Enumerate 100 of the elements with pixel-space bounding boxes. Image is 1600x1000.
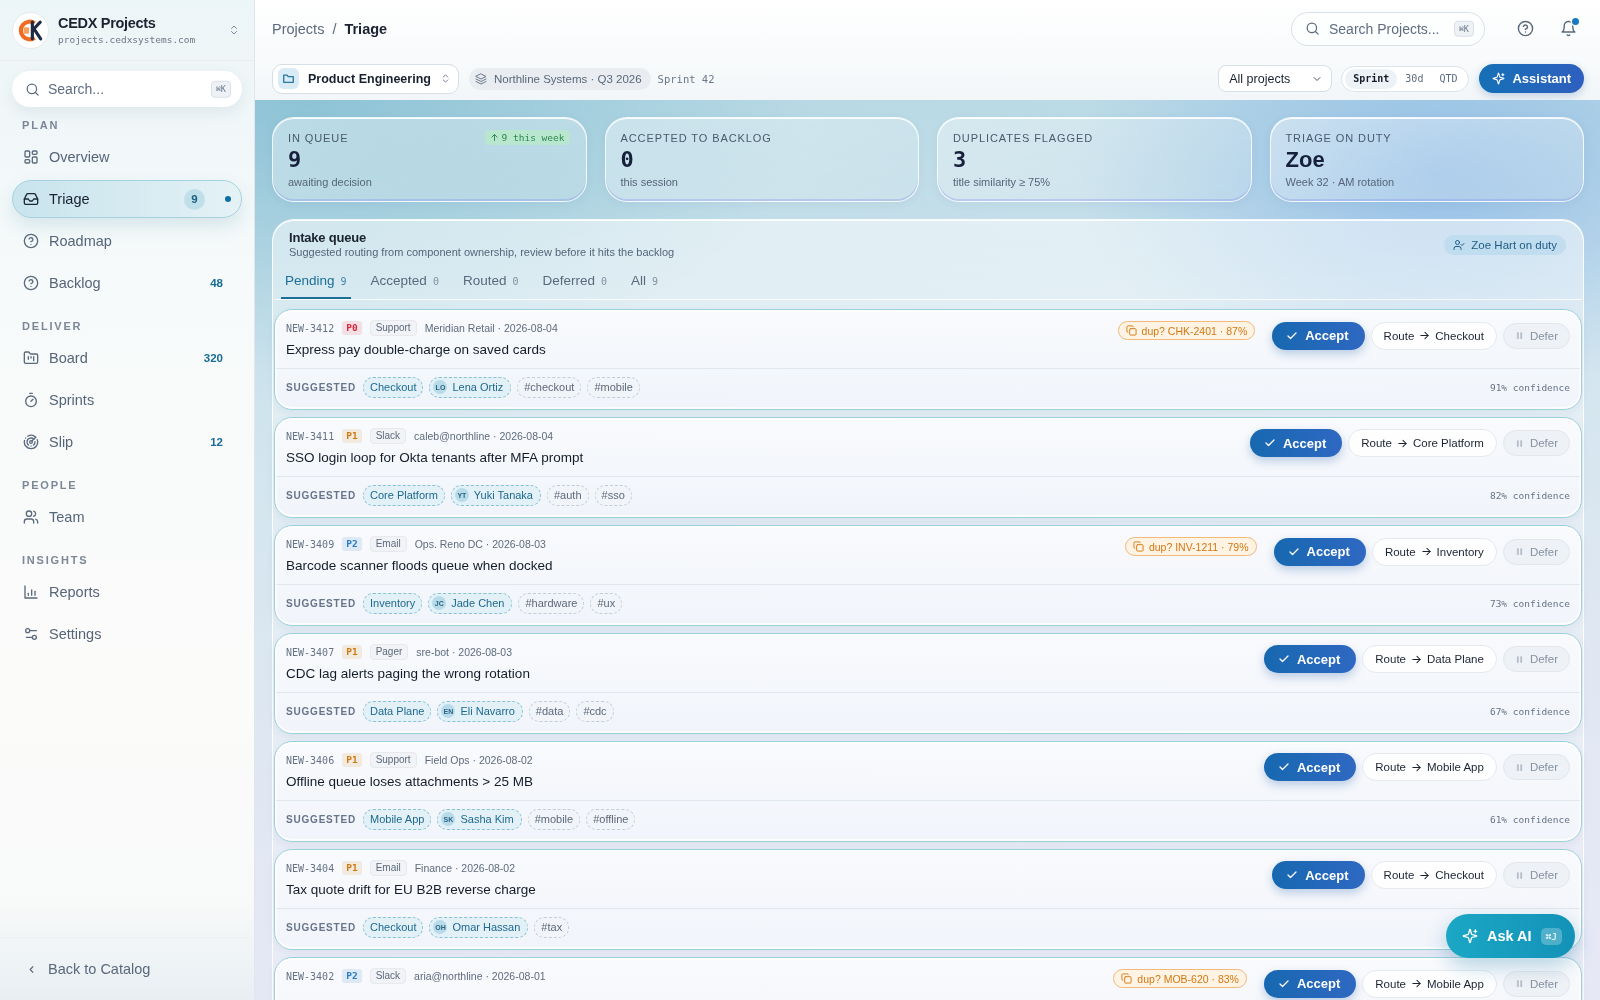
- hashtag-chip: #auth: [547, 484, 589, 506]
- arrow-right-icon: [1396, 437, 1408, 449]
- defer-button[interactable]: Defer: [1502, 430, 1570, 456]
- accept-button[interactable]: Accept: [1272, 861, 1365, 889]
- logo-icon: [12, 11, 49, 49]
- route-button[interactable]: Route Mobile App: [1362, 969, 1497, 998]
- nav-item[interactable]: Triage 9: [12, 180, 242, 218]
- component-tag: Checkout: [363, 376, 424, 398]
- item-count: 48: [210, 277, 223, 289]
- nav-item[interactable]: Reports: [12, 573, 242, 611]
- trend-text: 9 this week: [501, 132, 565, 143]
- breadcrumb-separator: /: [332, 20, 337, 37]
- pause-icon: [1514, 547, 1524, 556]
- defer-button[interactable]: Defer: [1502, 538, 1570, 565]
- arrow-right-icon: [1419, 869, 1431, 881]
- help-icon[interactable]: [1517, 20, 1534, 37]
- stat-label: ACCEPTED TO BACKLOG: [620, 131, 772, 144]
- suggested-label: SUGGESTED: [286, 813, 356, 825]
- tab[interactable]: Pending 9: [281, 269, 351, 299]
- nav-item[interactable]: Slip 12: [12, 423, 242, 461]
- nav-item[interactable]: Overview: [12, 138, 242, 176]
- accept-button[interactable]: Accept: [1263, 753, 1357, 781]
- defer-button[interactable]: Defer: [1502, 862, 1570, 888]
- accept-button[interactable]: Accept: [1272, 321, 1365, 350]
- section-label: PLAN: [21, 119, 61, 132]
- tab-count: 9: [340, 275, 347, 289]
- nav-item[interactable]: Settings: [12, 615, 242, 653]
- help-circle-icon: [23, 275, 39, 291]
- stat-caption: awaiting decision: [288, 176, 373, 189]
- defer-button[interactable]: Defer: [1502, 970, 1570, 997]
- tab[interactable]: Accepted 0: [366, 269, 443, 299]
- confidence-score: 73% confidence: [1489, 597, 1570, 609]
- breadcrumb-link[interactable]: Projects: [272, 20, 325, 37]
- duplicate-warning[interactable]: dup? CHK-2401 · 87%: [1117, 321, 1256, 340]
- route-button[interactable]: Route Checkout: [1370, 861, 1497, 889]
- hashtag-chip: #mobile: [587, 376, 640, 398]
- stat-label: DUPLICATES FLAGGED: [953, 131, 1094, 144]
- accept-button[interactable]: Accept: [1273, 537, 1366, 566]
- defer-button[interactable]: Defer: [1502, 646, 1570, 672]
- search-icon: [1305, 21, 1320, 36]
- ticket-id: NEW-3412: [286, 322, 335, 334]
- range-option[interactable]: 30d: [1397, 68, 1432, 89]
- ask-ai-button[interactable]: Ask AI ⌘J: [1445, 914, 1575, 958]
- chevron-up-down-icon[interactable]: [228, 24, 240, 36]
- project-select[interactable]: All projects: [1218, 65, 1333, 92]
- copy-icon: [1125, 325, 1137, 336]
- nav-item[interactable]: Board 320: [12, 339, 242, 377]
- route-button[interactable]: Route Checkout: [1370, 321, 1497, 350]
- route-button[interactable]: Route Core Platform: [1348, 429, 1497, 457]
- source-tag: Pager: [369, 644, 409, 660]
- hashtag-chip: #data: [528, 700, 571, 722]
- defer-button[interactable]: Defer: [1502, 322, 1570, 349]
- route-button[interactable]: Route Data Plane: [1362, 645, 1497, 673]
- duplicate-warning[interactable]: dup? MOB-620 · 83%: [1113, 969, 1247, 988]
- confidence-score: 61% confidence: [1489, 813, 1570, 825]
- pause-icon: [1514, 438, 1524, 448]
- tab[interactable]: Routed 0: [458, 269, 523, 299]
- workspace-dropdown[interactable]: Product Engineering: [272, 63, 459, 94]
- duplicate-warning[interactable]: dup? INV-1211 · 79%: [1124, 537, 1257, 556]
- arrow-right-icon: [1410, 653, 1422, 665]
- section-label: PEOPLE: [21, 479, 79, 492]
- defer-button[interactable]: Defer: [1502, 754, 1570, 780]
- tab[interactable]: All 9: [627, 269, 663, 299]
- hashtag-chip: #tax: [534, 916, 570, 938]
- nav-item[interactable]: Backlog 48: [12, 264, 242, 302]
- accept-button[interactable]: Accept: [1263, 969, 1357, 998]
- count-badge: 9: [184, 188, 205, 210]
- check-icon: [1277, 761, 1290, 773]
- assistant-button[interactable]: Assistant: [1479, 64, 1584, 93]
- accept-button[interactable]: Accept: [1249, 429, 1343, 457]
- ticket-title: Express pay double-charge on saved cards: [286, 341, 547, 359]
- stat-value: 3: [953, 148, 968, 172]
- ticket-id: NEW-3409: [286, 538, 335, 550]
- section-label: DELIVER: [21, 320, 84, 333]
- breadcrumb-current: Triage: [344, 20, 388, 37]
- tab[interactable]: Deferred 0: [538, 269, 612, 299]
- bell-icon[interactable]: [1560, 20, 1577, 37]
- stat-value: Zoe: [1285, 148, 1326, 172]
- nav-item[interactable]: Team: [12, 498, 242, 536]
- ticket-title: SSO login loop for Okta tenants after MFA prompt: [286, 449, 585, 467]
- context-label: Northline Systems · Q3 2026: [493, 72, 642, 85]
- nav-item[interactable]: Sprints: [12, 381, 242, 419]
- tab-count: 0: [601, 275, 608, 289]
- suggested-label: SUGGESTED: [286, 381, 356, 393]
- ticket-title: Barcode scanner floods queue when docked: [286, 557, 554, 575]
- range-option[interactable]: Sprint: [1345, 68, 1398, 89]
- route-button[interactable]: Route Inventory: [1371, 537, 1497, 566]
- nav-item[interactable]: Roadmap: [12, 222, 242, 260]
- layers-icon: [474, 72, 487, 85]
- ticket-title: Offline queue loses attachments > 25 MB: [286, 773, 535, 791]
- route-button[interactable]: Route Mobile App: [1362, 753, 1497, 781]
- app-name: CEDX Projects: [58, 15, 157, 31]
- assignee-name: Yuki Tanaka: [473, 489, 533, 501]
- range-option[interactable]: QTD: [1431, 68, 1466, 89]
- priority-badge: P2: [342, 537, 362, 551]
- stat-label: TRIAGE ON DUTY: [1285, 131, 1392, 144]
- back-link[interactable]: Back to Catalog: [12, 950, 242, 988]
- priority-badge: P1: [342, 861, 362, 875]
- suggested-label: SUGGESTED: [286, 489, 356, 501]
- accept-button[interactable]: Accept: [1263, 645, 1357, 673]
